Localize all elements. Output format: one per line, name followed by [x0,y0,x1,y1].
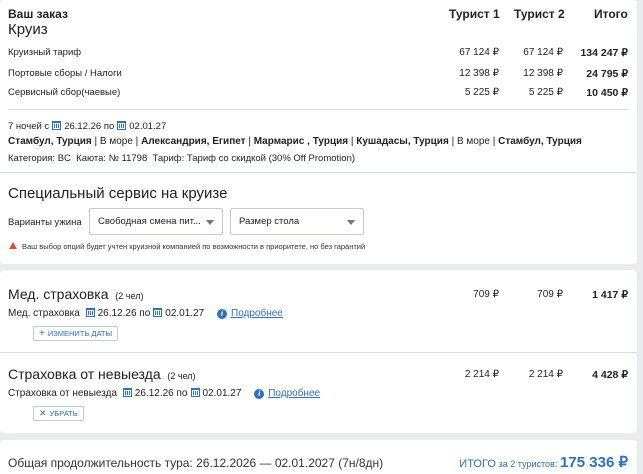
dinner-label: Варианты ужина [8,217,82,228]
change-dates-label: ИЗМЕНИТЬ ДАТЫ [47,329,113,338]
insurance-card: Мед. страховка (2 чел) 709 ₽ 709 ₽ 1 417… [0,270,637,433]
row-label: Портовые сборы / Налоги [8,68,122,79]
route-separator: | [448,136,457,147]
cancel-date-from: 26.12.26 [134,388,174,399]
cancel-t1: 2 214 ₽ [464,369,499,380]
med-insurance-dates: Мед. страховка 26.12.26 по 02.01.27 i Подр… [8,308,283,319]
route-stop: В море [456,136,490,147]
table-size-select[interactable]: Размер стола [230,208,364,235]
calendar-icon [153,308,163,317]
chevron-down-icon [347,220,355,225]
trip-dates: 7 ночей с 26.12.26 по 02.01.27 [8,121,166,132]
cancel-insurance-title: Страховка от невыезда [8,366,161,382]
trip-date-from: 26.12.26 [64,121,102,132]
med-insurance-title: Мед. страховка [8,286,109,302]
row-total: 134 247 ₽ [580,47,628,59]
grand-total-sum: 175 336 ₽ [560,454,628,471]
med-to-word: по [139,308,151,319]
row-total: 24 795 ₽ [586,68,628,80]
row-t1: 67 124 ₽ [459,47,499,58]
trip-date-to: 02.01.27 [129,121,167,132]
order-card: Ваш заказ Круиз Турист 1 Турист 2 Итого … [0,0,637,264]
itogo-label: ИТОГО [459,458,496,470]
cancel-more-link[interactable]: Подробнее [268,388,320,399]
change-dates-button[interactable]: + ИЗМЕНИТЬ ДАТЫ [33,326,119,341]
close-icon: ✕ [39,408,47,418]
total-card: Общая продолжительность тура: 26.12.2026… [0,440,637,474]
route-separator: | [132,136,142,147]
calendar-icon [52,121,62,130]
route-stop: В море [99,136,133,147]
calendar-icon [117,121,127,130]
cancel-insurance-header: Страховка от невыезда (2 чел) [8,366,196,382]
remove-label: УБРАТЬ [49,409,78,418]
route-separator: | [489,136,499,147]
cancel-t2: 2 214 ₽ [528,369,563,380]
route-separator: | [91,136,100,147]
special-service-title: Специальный сервис на круизе [8,185,228,202]
med-insurance-count: (2 чел) [115,291,144,301]
route-stop: Александрия, Египет [141,136,246,147]
med-more-link[interactable]: Подробнее [231,308,283,319]
remove-button[interactable]: ✕ УБРАТЬ [33,406,84,421]
med-date-from: 26.12.26 [97,308,137,319]
row-t1: 12 398 ₽ [459,68,499,79]
warning-text: Ваш выбор опций будет учтен круизной ком… [22,242,366,251]
row-t2: 12 398 ₽ [523,68,563,79]
cancel-to-word: по [176,388,188,399]
order-title: Ваш заказ [8,7,68,21]
col-tourist-1: Турист 1 [449,7,500,21]
trip-route: Стамбул, Турция | В море | Александрия, … [8,136,582,147]
med-t2: 709 ₽ [537,289,563,300]
warning-icon [9,242,17,249]
cancel-insurance-count: (2 чел) [167,371,196,381]
cancel-total: 4 428 ₽ [592,369,628,381]
calendar-icon [190,388,200,397]
col-tourist-2: Турист 2 [514,7,565,21]
row-t1: 5 225 ₽ [464,87,499,98]
trip-nights: 7 ночей с [8,121,50,132]
route-stop: Кушадасы, Турция [356,136,449,147]
row-label: Сервисный сбор(чаевые) [8,87,121,98]
col-total: Итого [594,7,628,21]
calendar-icon [122,388,132,397]
plus-icon: + [39,328,45,339]
med-date-to: 02.01.27 [165,308,205,319]
route-stop: Мармарис , Турция [253,136,349,147]
route-stop: Стамбул, Турция [8,136,92,147]
dinner-select[interactable]: Свободная смена пит... [89,208,223,235]
row-label: Круизный тариф [8,47,82,58]
order-subtitle: Круиз [8,21,48,38]
med-sub-label: Мед. страховка [8,308,80,319]
route-separator: | [245,136,254,147]
chevron-down-icon [206,220,214,225]
divider [8,109,629,110]
tour-duration: Общая продолжительность тура: 26.12.2026… [8,456,384,470]
row-t2: 5 225 ₽ [528,87,563,98]
route-stop: Стамбул, Турция [498,136,582,147]
cancel-date-to: 02.01.27 [202,388,242,399]
divider [0,172,637,173]
divider [0,352,637,353]
med-t1: 709 ₽ [473,289,499,300]
calendar-icon [85,308,95,317]
grand-total: ИТОГО за 2 туристов: 175 336 ₽ [459,453,628,471]
cancel-insurance-dates: Страховка от невыезда 26.12.26 по 02.01.2… [8,388,320,399]
row-total: 10 450 ₽ [586,87,628,99]
info-icon: i [217,309,227,319]
tourists-count: за 2 туристов: [498,459,558,469]
table-size-select-value: Размер стола [239,216,300,227]
row-t2: 67 124 ₽ [523,47,563,58]
cancel-sub-label: Страховка от невыезда [8,388,118,399]
trip-category: Категория: BC Каюта: № 11798 Тариф: Тари… [8,153,356,164]
med-total: 1 417 ₽ [592,289,628,301]
trip-to-word: по [103,121,115,132]
med-insurance-header: Мед. страховка (2 чел) [8,286,143,302]
dinner-select-value: Свободная смена пит... [98,216,201,227]
info-icon: i [254,389,265,399]
